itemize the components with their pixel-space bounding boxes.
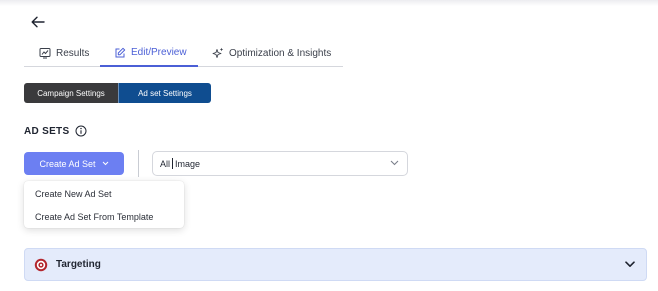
tab-edit-preview-label: Edit/Preview xyxy=(131,47,187,58)
campaign-settings-button[interactable]: Campaign Settings xyxy=(24,83,118,103)
select-value: Image xyxy=(175,158,201,169)
target-icon xyxy=(34,258,48,271)
tab-edit-preview[interactable]: Edit/Preview xyxy=(100,40,198,67)
settings-toggle: Campaign Settings Ad set Settings xyxy=(24,83,211,103)
edit-icon xyxy=(115,47,126,57)
divider xyxy=(138,150,139,177)
tab-optimization-insights-label: Optimization & Insights xyxy=(229,47,332,59)
section-heading: AD SETS xyxy=(24,125,87,137)
adset-settings-button[interactable]: Ad set Settings xyxy=(118,83,211,103)
create-ad-set-label: Create Ad Set xyxy=(39,158,96,169)
menu-item-create-new-ad-set[interactable]: Create New Ad Set xyxy=(24,182,184,205)
targeting-label: Targeting xyxy=(56,259,101,270)
create-ad-set-button[interactable]: Create Ad Set xyxy=(24,152,124,175)
tab-bar: Results Edit/Preview Optimization & Insi… xyxy=(24,40,343,67)
chart-icon xyxy=(39,48,51,59)
creative-type-select[interactable]: All Image xyxy=(152,151,408,176)
tab-results-label: Results xyxy=(56,47,90,59)
arrow-left-icon xyxy=(31,16,45,28)
tab-optimization-insights[interactable]: Optimization & Insights xyxy=(198,40,331,66)
tab-results[interactable]: Results xyxy=(24,40,100,66)
text-caret xyxy=(172,158,174,169)
select-prefix: All xyxy=(160,158,171,169)
menu-item-create-from-template[interactable]: Create Ad Set From Template xyxy=(24,205,184,228)
back-button[interactable] xyxy=(28,12,48,32)
chevron-down-icon xyxy=(102,161,108,166)
targeting-accordion[interactable]: Targeting xyxy=(24,248,647,281)
chevron-down-icon xyxy=(625,261,635,267)
create-ad-set-menu: Create New Ad Set Create Ad Set From Tem… xyxy=(24,181,184,228)
info-icon[interactable] xyxy=(75,125,87,137)
page-title: AD SETS xyxy=(24,125,70,137)
chevron-down-icon xyxy=(390,160,399,166)
sparkle-icon xyxy=(212,47,224,58)
top-shadow xyxy=(0,0,658,6)
